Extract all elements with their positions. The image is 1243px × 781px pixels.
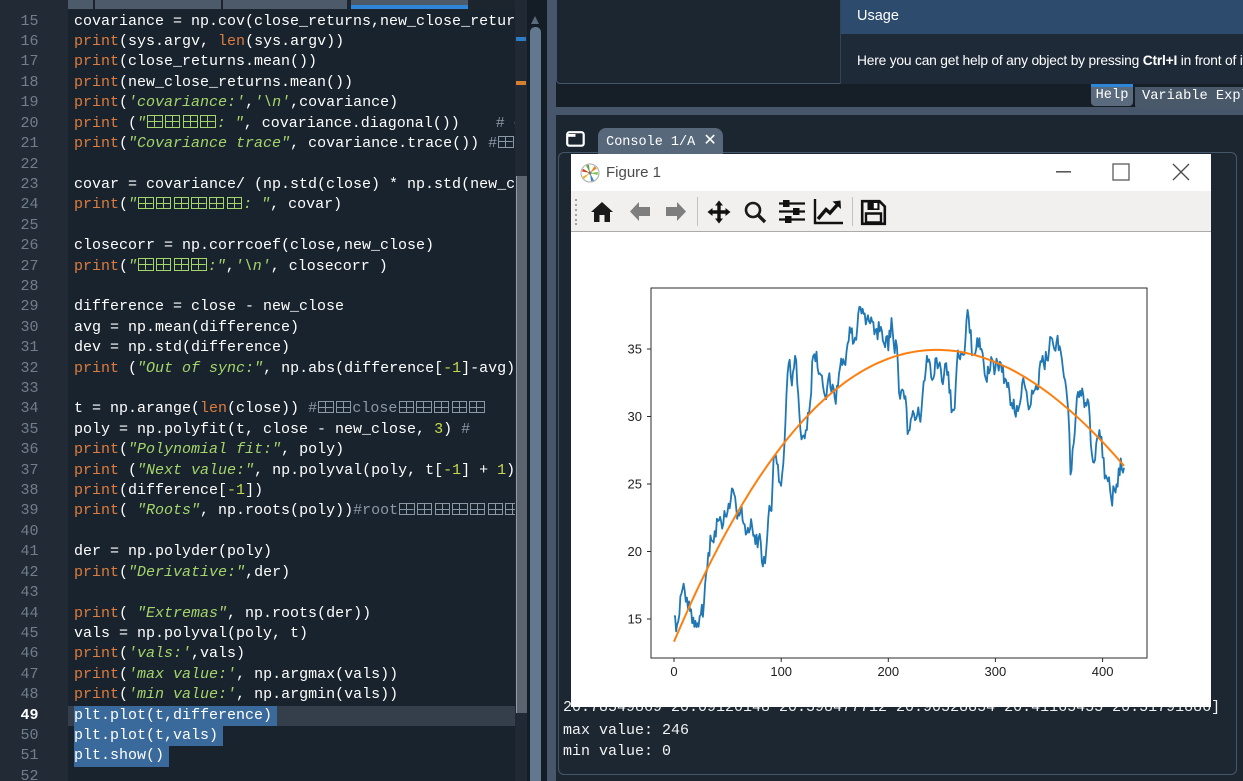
svg-text:30: 30 (628, 409, 642, 424)
svg-text:400: 400 (1092, 664, 1114, 679)
svg-text:100: 100 (770, 664, 792, 679)
svg-text:25: 25 (628, 477, 642, 492)
svg-text:35: 35 (628, 342, 642, 357)
svg-text:300: 300 (985, 664, 1007, 679)
svg-text:20: 20 (628, 544, 642, 559)
svg-text:200: 200 (877, 664, 899, 679)
svg-text:0: 0 (670, 664, 677, 679)
svg-text:15: 15 (628, 612, 642, 627)
